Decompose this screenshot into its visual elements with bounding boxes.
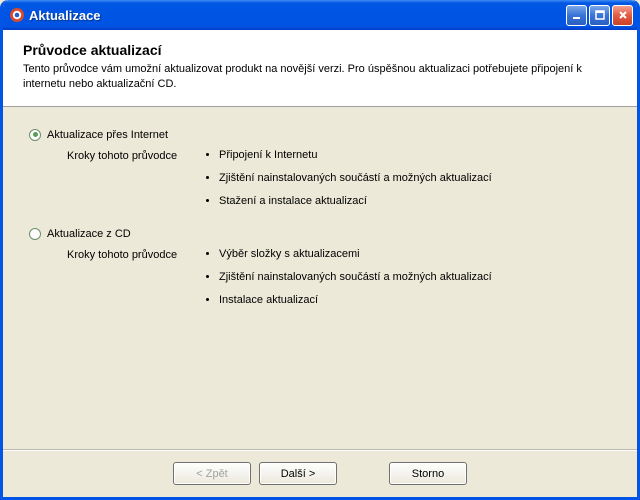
- radio-cd[interactable]: Aktualizace z CD: [29, 228, 611, 240]
- radio-icon: [29, 228, 41, 240]
- wizard-description: Tento průvodce vám umožní aktualizovat p…: [23, 62, 617, 92]
- list-item: Instalace aktualizací: [219, 294, 492, 306]
- list-item: Připojení k Internetu: [219, 149, 492, 161]
- option-internet: Aktualizace přes Internet Kroky tohoto p…: [29, 129, 611, 218]
- radio-cd-label: Aktualizace z CD: [47, 228, 131, 240]
- list-item: Stažení a instalace aktualizací: [219, 195, 492, 207]
- cancel-button[interactable]: Storno: [389, 462, 467, 485]
- radio-icon: [29, 129, 41, 141]
- button-bar: < Zpět Další > Storno: [3, 449, 637, 497]
- wizard-heading: Průvodce aktualizací: [23, 42, 617, 58]
- window-controls: [566, 5, 633, 26]
- option-cd: Aktualizace z CD Kroky tohoto průvodce V…: [29, 228, 611, 317]
- wizard-content: Aktualizace přes Internet Kroky tohoto p…: [3, 107, 637, 449]
- maximize-button[interactable]: [589, 5, 610, 26]
- radio-internet-label: Aktualizace přes Internet: [47, 129, 168, 141]
- close-button[interactable]: [612, 5, 633, 26]
- steps-list-cd: Výběr složky s aktualizacemi Zjištění na…: [205, 248, 492, 317]
- titlebar[interactable]: Aktualizace: [3, 0, 637, 30]
- minimize-button[interactable]: [566, 5, 587, 26]
- list-item: Výběr složky s aktualizacemi: [219, 248, 492, 260]
- update-wizard-window: Aktualizace Průvodce aktualizací Tento p…: [0, 0, 640, 500]
- steps-label-cd: Kroky tohoto průvodce: [67, 248, 205, 261]
- radio-internet[interactable]: Aktualizace přes Internet: [29, 129, 611, 141]
- steps-list-internet: Připojení k Internetu Zjištění nainstalo…: [205, 149, 492, 218]
- steps-label-internet: Kroky tohoto průvodce: [67, 149, 205, 162]
- list-item: Zjištění nainstalovaných součástí a možn…: [219, 271, 492, 283]
- next-button[interactable]: Další >: [259, 462, 337, 485]
- back-button[interactable]: < Zpět: [173, 462, 251, 485]
- app-icon: [9, 7, 25, 23]
- list-item: Zjištění nainstalovaných součástí a možn…: [219, 172, 492, 184]
- window-title: Aktualizace: [29, 8, 566, 23]
- wizard-header: Průvodce aktualizací Tento průvodce vám …: [3, 30, 637, 107]
